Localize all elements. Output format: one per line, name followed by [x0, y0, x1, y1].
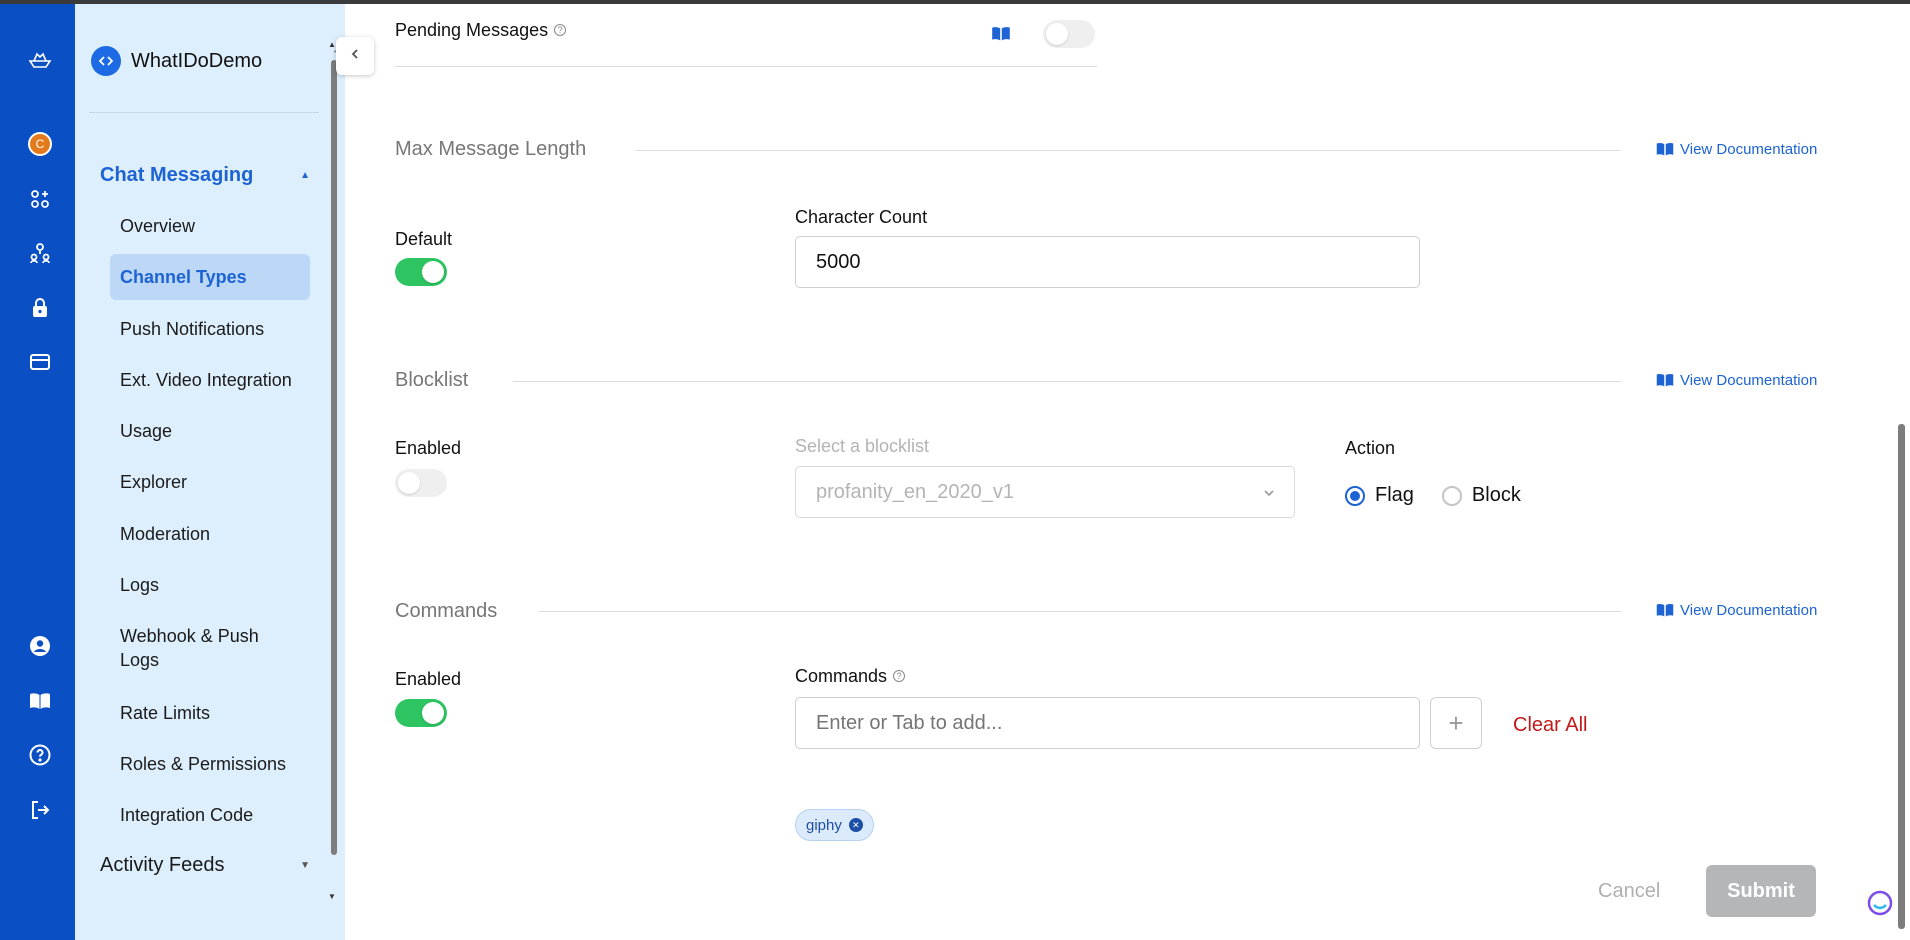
chip-label: giphy: [806, 816, 842, 834]
select-blocklist-label: Select a blocklist: [795, 436, 930, 456]
commands-field-label: Commands: [795, 666, 888, 686]
logout-icon[interactable]: [22, 792, 58, 828]
blocklist-rule: [513, 381, 1621, 382]
channel-type-settings: Pending Messages? Max Message Length Vie…: [345, 4, 1910, 940]
chevron-down-icon: [1262, 483, 1276, 506]
help-icon[interactable]: [22, 737, 58, 773]
commands-field-row: Commands?: [795, 666, 906, 687]
blocklist-select-value: profanity_en_2020_v1: [816, 480, 1014, 503]
sidebar-item-moderation[interactable]: Moderation: [110, 511, 310, 557]
icon-rail: C: [0, 4, 75, 940]
pending-messages-row: Pending Messages?: [395, 20, 567, 41]
max-length-rule: [636, 150, 1620, 151]
section-activity-feeds[interactable]: Activity Feeds ▼: [100, 854, 310, 877]
blocklist-doc-text: View Documentation: [1680, 372, 1818, 389]
sidebar-item-push-notifications[interactable]: Push Notifications: [110, 306, 310, 352]
action-radio-group: Flag Block: [1345, 484, 1521, 507]
commands-enabled-toggle[interactable]: [395, 699, 447, 727]
action-label: Action: [1345, 438, 1396, 458]
scroll-up-arrow-icon[interactable]: ▲: [328, 40, 336, 49]
billing-card-icon[interactable]: [22, 344, 58, 380]
help-circle-icon[interactable]: ?: [893, 670, 906, 682]
max-length-title: Max Message Length: [395, 138, 587, 160]
app-switcher[interactable]: WhatIDoDemo ⌃⌄: [89, 36, 344, 86]
commands-input[interactable]: [795, 697, 1420, 749]
account-icon[interactable]: [22, 628, 58, 664]
default-length-toggle[interactable]: [395, 258, 447, 286]
plus-icon: +: [1448, 707, 1464, 738]
blocklist-enabled-toggle[interactable]: [395, 469, 447, 497]
scroll-down-arrow-icon[interactable]: ▼: [328, 892, 336, 901]
book-icon: [1656, 604, 1674, 617]
flag-label[interactable]: Flag: [1375, 484, 1414, 507]
section-feeds-label: Activity Feeds: [100, 854, 225, 876]
sidebar-item-webhook-logs[interactable]: Webhook & Push Logs: [110, 613, 290, 683]
apps-icon[interactable]: [22, 181, 58, 217]
submit-button[interactable]: Submit: [1706, 865, 1816, 917]
caret-down-icon: ▼: [300, 860, 310, 871]
flag-radio[interactable]: [1345, 485, 1365, 506]
sidebar: WhatIDoDemo ⌃⌄ Chat Messaging ▲ Overview…: [75, 4, 345, 940]
block-radio[interactable]: [1441, 485, 1462, 506]
add-command-button[interactable]: +: [1430, 697, 1482, 749]
remove-chip-icon[interactable]: ✕: [848, 818, 863, 832]
cancel-button[interactable]: Cancel: [1598, 880, 1660, 903]
commands-rule: [539, 611, 1621, 612]
caret-up-icon: ▲: [300, 170, 310, 181]
main-scrollbar[interactable]: [1898, 424, 1905, 929]
commands-doc-text: View Documentation: [1680, 602, 1818, 619]
pending-divider: [395, 66, 1097, 67]
commands-title: Commands: [395, 600, 498, 622]
command-chip-giphy: giphy ✕: [795, 809, 874, 841]
block-label[interactable]: Block: [1472, 484, 1521, 507]
avatar-initial: C: [28, 132, 52, 156]
sidebar-item-integration-code[interactable]: Integration Code: [110, 792, 310, 838]
chat-support-icon[interactable]: [1865, 888, 1895, 918]
section-chat-messaging[interactable]: Chat Messaging ▲: [100, 164, 310, 187]
clear-all-button[interactable]: Clear All: [1513, 714, 1587, 737]
sidebar-item-usage[interactable]: Usage: [110, 408, 310, 454]
blocklist-enabled-label: Enabled: [395, 438, 462, 458]
sidebar-item-roles-permissions[interactable]: Roles & Permissions: [110, 741, 310, 787]
book-icon: [1656, 143, 1674, 156]
sidebar-item-logs[interactable]: Logs: [110, 562, 310, 608]
code-icon: [91, 46, 121, 76]
pending-messages-label: Pending Messages: [395, 20, 549, 40]
sidebar-item-overview[interactable]: Overview: [110, 203, 310, 249]
default-label: Default: [395, 229, 453, 249]
sidebar-scroll-thumb[interactable]: [331, 60, 337, 855]
lock-icon[interactable]: [22, 290, 58, 326]
team-icon[interactable]: [22, 235, 58, 271]
blocklist-doc-link[interactable]: View Documentation: [1656, 372, 1817, 389]
max-length-doc-text: View Documentation: [1680, 141, 1818, 158]
sidebar-item-channel-types[interactable]: Channel Types: [110, 254, 310, 300]
app-name: WhatIDoDemo: [131, 49, 263, 72]
section-chat-label: Chat Messaging: [100, 164, 254, 186]
book-icon: [1656, 374, 1674, 387]
sidebar-item-rate-limits[interactable]: Rate Limits: [110, 690, 310, 736]
sidebar-item-explorer[interactable]: Explorer: [110, 459, 310, 505]
sidebar-item-ext-video[interactable]: Ext. Video Integration: [110, 357, 310, 403]
pending-messages-toggle[interactable]: [1043, 20, 1095, 48]
boat-logo-icon[interactable]: [22, 42, 58, 78]
commands-enabled-label: Enabled: [395, 669, 462, 689]
character-count-input[interactable]: 5000: [795, 236, 1420, 288]
commands-doc-link[interactable]: View Documentation: [1656, 602, 1817, 619]
blocklist-title: Blocklist: [395, 369, 469, 391]
character-count-label: Character Count: [795, 207, 928, 227]
docs-book-icon[interactable]: [22, 683, 58, 719]
max-length-doc-link[interactable]: View Documentation: [1656, 141, 1817, 158]
help-circle-icon[interactable]: ?: [554, 24, 567, 36]
sidebar-divider: [89, 112, 319, 113]
blocklist-select[interactable]: profanity_en_2020_v1: [795, 466, 1295, 518]
pending-docs-book-icon[interactable]: [991, 26, 1011, 47]
organization-avatar[interactable]: C: [22, 126, 58, 162]
